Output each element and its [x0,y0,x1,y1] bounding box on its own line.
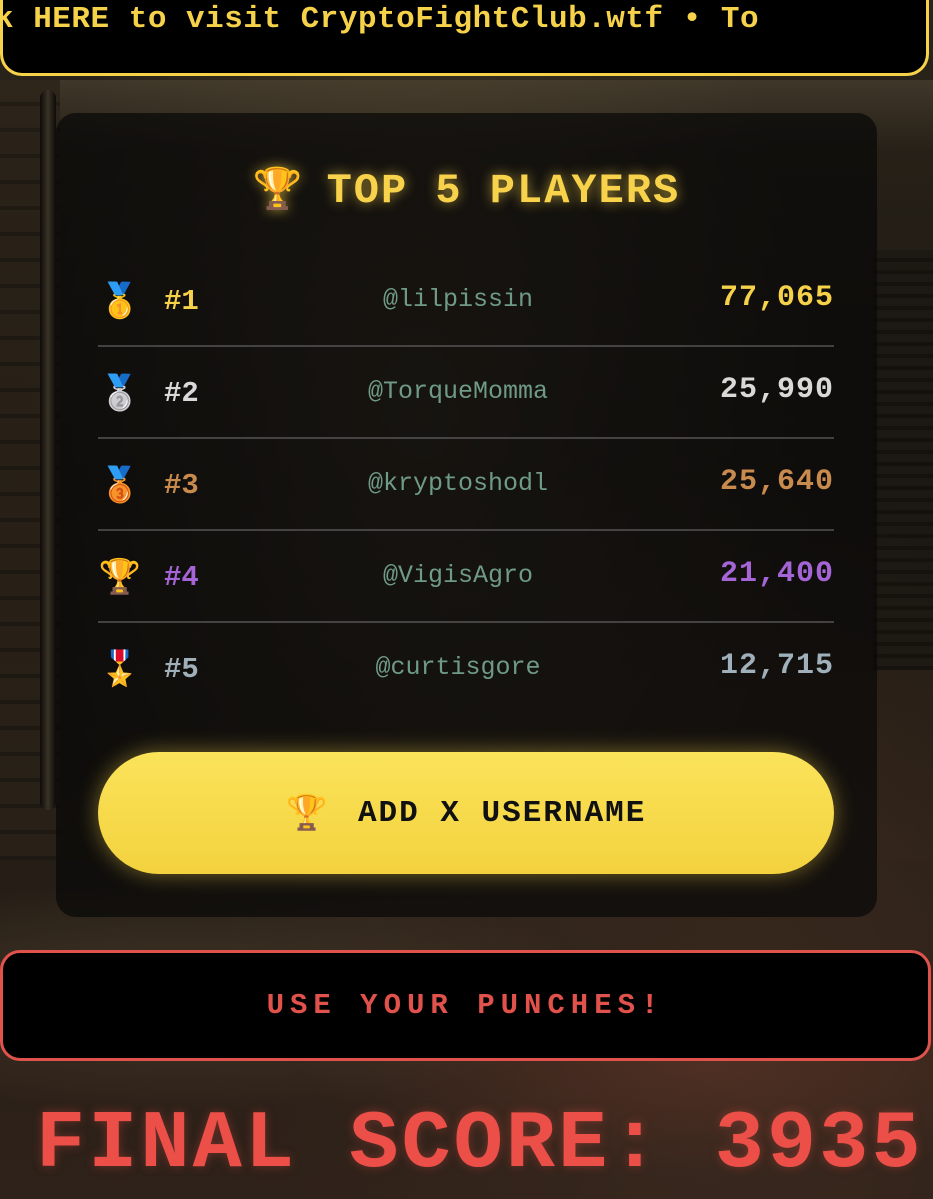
trophy-icon: 🏆 [285,793,328,833]
leaderboard-row: 🥇 #1 @lilpissin 77,065 [98,255,834,347]
trophy-icon: 🏆 [252,170,305,215]
rank-label: #2 [164,377,199,410]
punch-prompt-bar[interactable]: USE YOUR PUNCHES! [0,950,931,1061]
military-medal-icon: 🎖️ [98,649,142,689]
player-score: 77,065 [719,281,834,315]
leaderboard-row: 🎖️ #5 @curtisgore 12,715 [98,623,834,715]
add-x-username-button[interactable]: 🏆 ADD X USERNAME [98,752,834,874]
player-username: @VigisAgro [382,561,534,590]
background-shutter [873,250,933,670]
player-score: 21,400 [719,557,834,591]
player-score: 12,715 [719,649,834,683]
player-username: @lilpissin [382,285,534,314]
gold-medal-icon: 🥇 [98,281,142,321]
player-username: @kryptoshodl [367,469,549,498]
rank-label: #4 [164,561,199,594]
rank-label: #5 [164,653,199,686]
leaderboard-title: 🏆 TOP 5 PLAYERS [0,165,933,215]
rank-label: #1 [164,285,199,318]
game-screen: k HERE to visit CryptoFightClub.wtf • To… [0,0,933,1199]
player-username: @TorqueMomma [367,377,549,406]
leaderboard-row: 🥈 #2 @TorqueMomma 25,990 [98,347,834,439]
final-score: FINAL SCORE: 3935 [36,1098,924,1191]
ticker-text[interactable]: k HERE to visit CryptoFightClub.wtf • To [3,2,759,37]
trophy-icon: 🏆 [98,557,142,597]
leaderboard-list: 🥇 #1 @lilpissin 77,065 🥈 #2 @TorqueMomma… [98,255,834,715]
player-score: 25,990 [719,373,834,407]
player-username: @curtisgore [375,653,541,682]
punch-prompt-text: USE YOUR PUNCHES! [266,989,665,1022]
player-score: 25,640 [719,465,834,499]
leaderboard-row: 🥉 #3 @kryptoshodl 25,640 [98,439,834,531]
leaderboard-title-text: TOP 5 PLAYERS [326,167,681,215]
promo-ticker[interactable]: k HERE to visit CryptoFightClub.wtf • To [0,0,929,76]
add-x-username-label: ADD X USERNAME [357,795,647,831]
bronze-medal-icon: 🥉 [98,465,142,505]
leaderboard-row: 🏆 #4 @VigisAgro 21,400 [98,531,834,623]
rank-label: #3 [164,469,199,502]
silver-medal-icon: 🥈 [98,373,142,413]
